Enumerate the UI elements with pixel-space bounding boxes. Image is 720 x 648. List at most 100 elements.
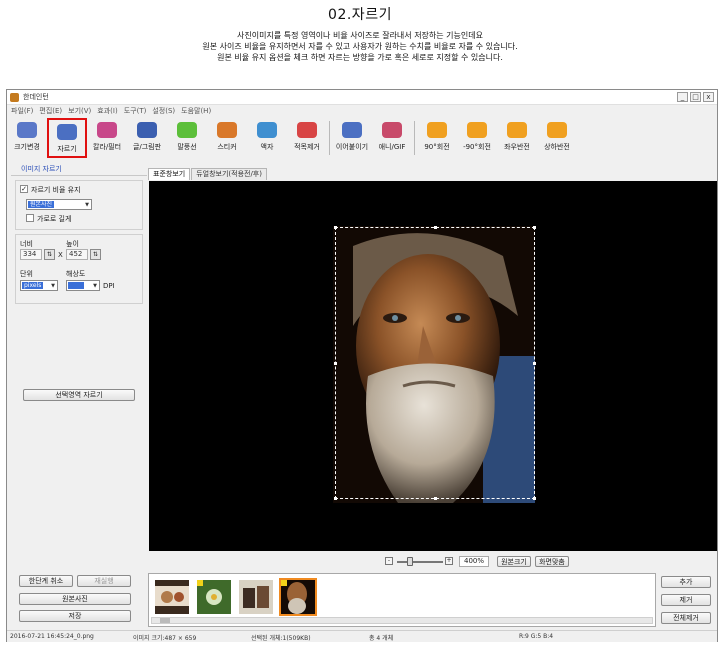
tool-flip-horizontal[interactable]: 좌우반전 (497, 118, 537, 158)
undo-button[interactable]: 한단계 취소 (19, 575, 73, 587)
menu-edit[interactable]: 편집(E) (39, 105, 62, 117)
panel-divider (11, 175, 147, 176)
tool-resize[interactable]: 크기변경 (7, 118, 47, 158)
toolbar-divider (414, 121, 415, 155)
tool-speech-bubble[interactable]: 말풍선 (167, 118, 207, 158)
tool-merge[interactable]: 이어붙이기 (332, 118, 372, 158)
scrollbar-thumb[interactable] (160, 618, 170, 623)
width-field[interactable]: 334 (20, 249, 42, 260)
toolbar-divider (329, 121, 330, 155)
tab-standard-view[interactable]: 표준창보기 (148, 168, 191, 180)
crop-selection-button[interactable]: 선택영역 자르기 (23, 389, 135, 401)
tool-sticker[interactable]: 스티커 (207, 118, 247, 158)
thumbnail-badge (281, 580, 287, 586)
tab-dual-view[interactable]: 듀얼창보기(적용전/후) (191, 168, 267, 180)
zoom-slider-track[interactable] (397, 561, 443, 563)
tool-label: 칼라/필터 (92, 143, 122, 151)
thumbnail-item[interactable] (197, 580, 231, 614)
gif-icon (382, 122, 402, 138)
thumbnail-item[interactable] (155, 580, 189, 614)
zoom-value: 400% (459, 556, 489, 567)
resolution-dropdown[interactable]: ▼ (66, 280, 100, 291)
flip-vertical-icon (547, 122, 567, 138)
remove-all-button[interactable]: 전체제거 (661, 612, 711, 624)
height-field[interactable]: 452 (66, 249, 88, 260)
redo-button[interactable]: 재실행 (77, 575, 131, 587)
save-button[interactable]: 저장 (19, 610, 131, 622)
menu-file[interactable]: 파일(F) (11, 105, 33, 117)
title-bar: 한데인턴 _ □ x (7, 90, 717, 105)
remove-button[interactable]: 제거 (661, 594, 711, 606)
tool-label: 90°회전 (424, 143, 450, 151)
status-color: R:9 G:5 B:4 (519, 633, 554, 640)
image-canvas[interactable] (149, 181, 717, 551)
horizontal-checkbox[interactable] (26, 214, 34, 222)
tool-gif[interactable]: 애니/GIF (372, 118, 412, 158)
tool-label: 말풍선 (177, 143, 197, 151)
window-controls: _ □ x (677, 92, 714, 102)
crop-handle[interactable] (334, 226, 337, 229)
unit-dropdown[interactable]: pixels ▼ (20, 280, 58, 291)
page-heading: 02.자르기 (328, 7, 392, 23)
chevron-down-icon: ▼ (51, 283, 55, 289)
tool-text-draw[interactable]: 글/그림판 (127, 118, 167, 158)
crop-handle[interactable] (434, 497, 437, 500)
tool-label: 자르기 (57, 145, 77, 153)
tool-frame[interactable]: 액자 (247, 118, 287, 158)
menu-view[interactable]: 보기(V) (68, 105, 91, 117)
original-size-button[interactable]: 원본크기 (497, 556, 531, 567)
menu-effect[interactable]: 효과(I) (97, 105, 117, 117)
keep-ratio-checkbox[interactable]: ✓ (20, 185, 28, 193)
thumbnail-image (239, 580, 273, 614)
crop-selection-box[interactable] (334, 226, 536, 500)
minimize-button[interactable]: _ (677, 92, 688, 102)
tool-crop[interactable]: 자르기 (47, 118, 87, 158)
crop-handle[interactable] (533, 226, 536, 229)
tool-red-eye[interactable]: 적목제거 (287, 118, 327, 158)
horizontal-label: 가로로 길게 (37, 215, 72, 223)
chevron-down-icon: ▼ (85, 202, 89, 208)
status-file: 2016-07-21 16:45:24_0.png (10, 633, 94, 640)
menu-help[interactable]: 도움말(H) (181, 105, 211, 117)
color-filter-icon (97, 122, 117, 138)
intro-line: 사진이미지를 특정 영역이나 비율 사이즈로 잘라내서 저장하는 기능인데요 (237, 31, 483, 40)
maximize-button[interactable]: □ (690, 92, 701, 102)
tool-flip-vertical[interactable]: 상하반전 (537, 118, 577, 158)
close-button[interactable]: x (703, 92, 714, 102)
thumbnail-item-selected[interactable] (279, 578, 317, 616)
zoom-in-button[interactable]: + (445, 557, 453, 565)
tool-rotate-cw[interactable]: 90°회전 (417, 118, 457, 158)
app-logo-icon (10, 93, 19, 102)
intro-text: 사진이미지를 특정 영역이나 비율 사이즈로 잘라내서 저장하는 기능인데요 원… (0, 30, 720, 63)
width-label: 너비 (20, 240, 33, 248)
tool-label: 적목제거 (294, 143, 320, 151)
tool-label: 글/그림판 (132, 143, 162, 151)
times-label: X (58, 251, 63, 259)
crop-handle[interactable] (334, 497, 337, 500)
crop-panel: 이미지 자르기 ✓ 자르기 비율 유지 원본사진 ▼ 가로로 길게 너비 높이 … (11, 162, 147, 570)
ratio-dropdown[interactable]: 원본사진 ▼ (26, 199, 92, 210)
tool-rotate-ccw[interactable]: -90°회전 (457, 118, 497, 158)
crop-handle[interactable] (434, 226, 437, 229)
tool-color-filter[interactable]: 칼라/필터 (87, 118, 127, 158)
tool-label: 이어붙이기 (335, 143, 369, 151)
thumbnail-item[interactable] (239, 580, 273, 614)
frame-icon (257, 122, 277, 138)
crop-handle[interactable] (533, 362, 536, 365)
width-spinner[interactable]: ⇅ (44, 249, 55, 260)
resolution-label: 해상도 (66, 270, 86, 278)
thumbnail-scrollbar[interactable] (151, 617, 653, 624)
rotate-cw-icon (427, 122, 447, 138)
height-spinner[interactable]: ⇅ (90, 249, 101, 260)
zoom-bar: - + 400% 원본크기 화면맞춤 (149, 555, 717, 569)
crop-handle[interactable] (334, 362, 337, 365)
app-window: 한데인턴 _ □ x 파일(F) 편집(E) 보기(V) 효과(I) 도구(T)… (6, 89, 718, 642)
zoom-slider-knob[interactable] (407, 557, 413, 566)
fit-screen-button[interactable]: 화면맞춤 (535, 556, 569, 567)
menu-settings[interactable]: 설정(S) (152, 105, 175, 117)
original-photo-button[interactable]: 원본사진 (19, 593, 131, 605)
add-button[interactable]: 추가 (661, 576, 711, 588)
zoom-out-button[interactable]: - (385, 557, 393, 565)
crop-handle[interactable] (533, 497, 536, 500)
menu-tools[interactable]: 도구(T) (124, 105, 147, 117)
